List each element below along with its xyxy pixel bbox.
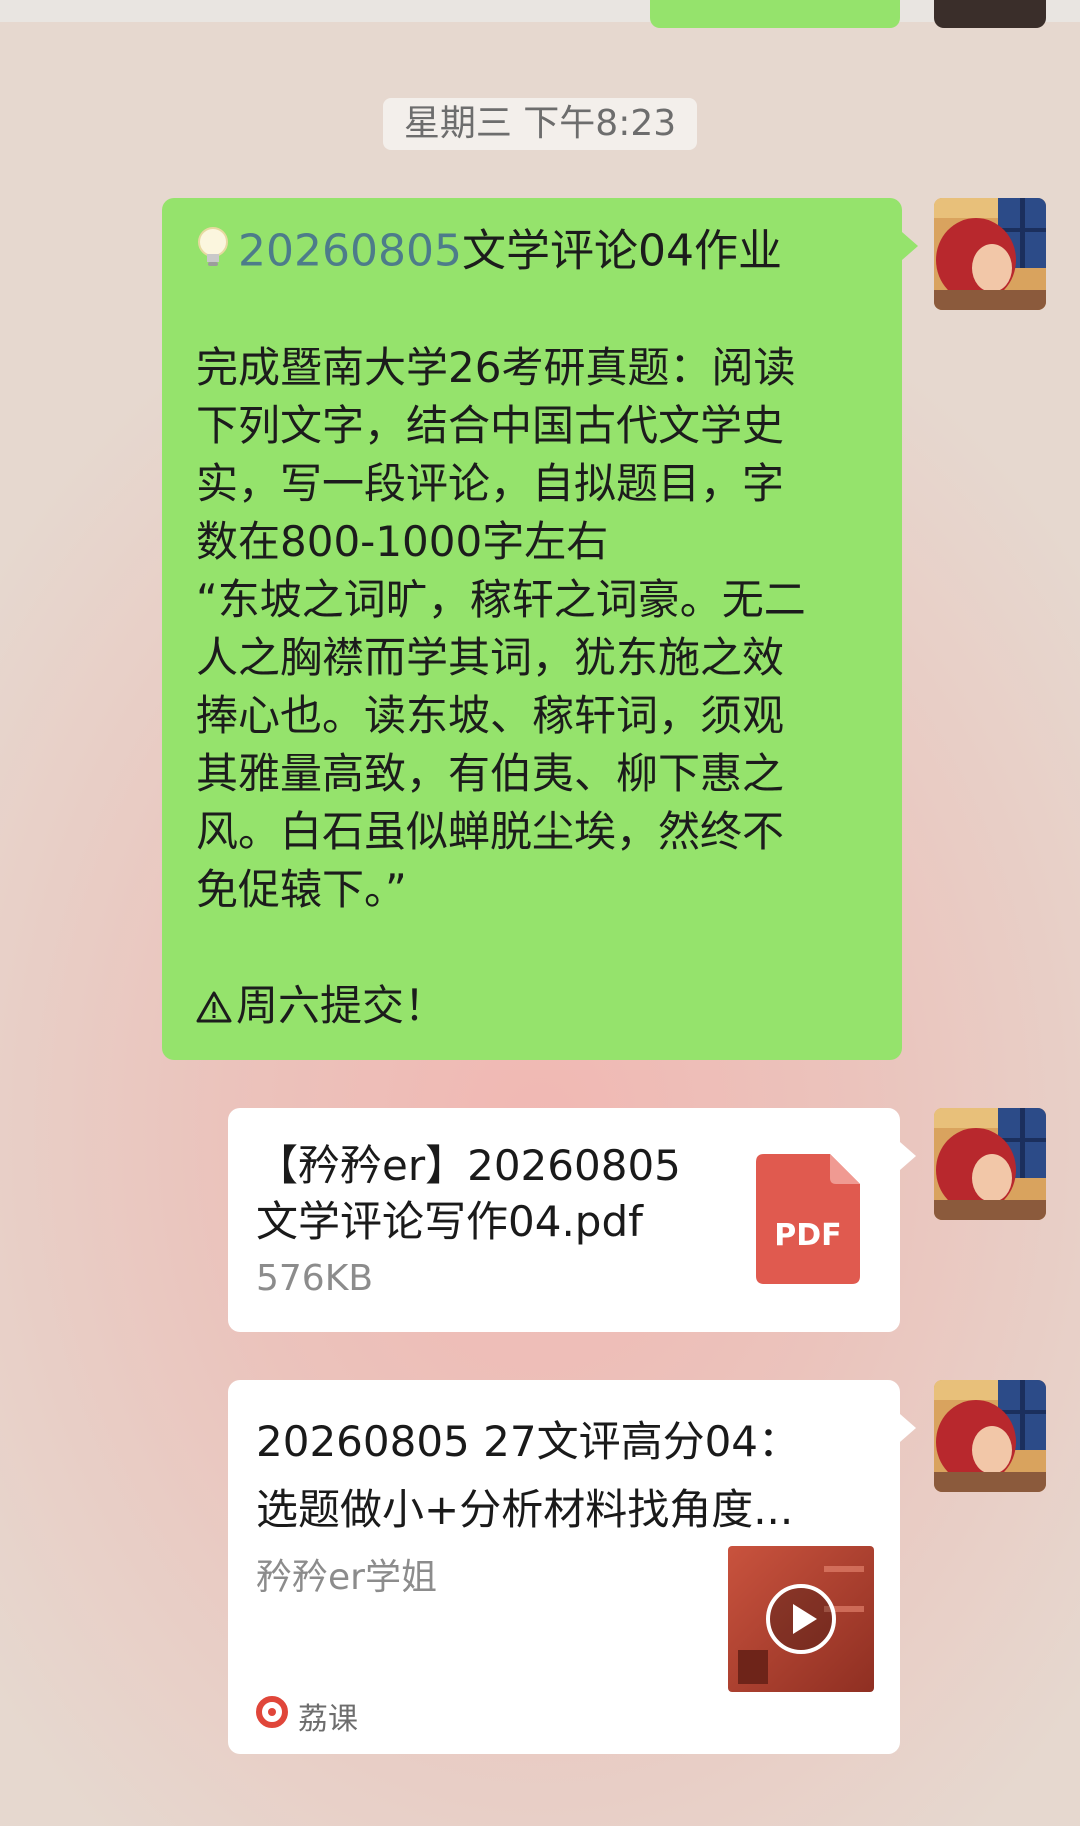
warning-icon bbox=[196, 981, 232, 1039]
video-title: 20260805 27文评高分04： 选题做小+分析材料找角度... bbox=[256, 1417, 801, 1534]
file-name: 【矜矜er】20260805 文学评论写作04.pdf bbox=[256, 1141, 681, 1246]
message-title: 20260805文学评论04作业 bbox=[196, 226, 870, 281]
play-icon[interactable] bbox=[763, 1581, 839, 1661]
warning-text: 周六提交！ bbox=[236, 981, 447, 1030]
message-body: 完成暨南大学26考研真题：阅读 下列文字，结合中国古代文学史 实，写一段评论，自… bbox=[196, 343, 806, 914]
text-message-bubble[interactable]: 20260805文学评论04作业 完成暨南大学26考研真题：阅读 下列文字，结合… bbox=[162, 198, 918, 1060]
pdf-icon-label: PDF bbox=[774, 1218, 842, 1253]
video-thumbnail[interactable] bbox=[728, 1546, 874, 1692]
lichao-logo-icon bbox=[256, 1696, 288, 1736]
video-source: 荔课 bbox=[256, 1694, 358, 1738]
previous-avatar[interactable] bbox=[934, 0, 1046, 28]
file-message-card[interactable]: 【矜矜er】20260805 文学评论写作04.pdf 576KB PDF bbox=[228, 1108, 916, 1332]
message-title-text: 文学评论04作业 bbox=[461, 225, 782, 277]
top-strip bbox=[0, 0, 1080, 22]
video-link-card[interactable]: 20260805 27文评高分04： 选题做小+分析材料找角度... 矜矜er学… bbox=[228, 1380, 916, 1754]
previous-message-bubble[interactable] bbox=[650, 0, 900, 28]
message-date-link[interactable]: 20260805 bbox=[238, 226, 462, 277]
chat-timestamp: 星期三 下午8:23 bbox=[383, 98, 697, 150]
avatar[interactable] bbox=[934, 198, 1046, 310]
avatar[interactable] bbox=[934, 1380, 1046, 1492]
video-source-name: 荔课 bbox=[298, 1702, 358, 1737]
lightbulb-icon bbox=[196, 226, 230, 281]
message-warning: 周六提交！ bbox=[196, 977, 870, 1039]
avatar[interactable] bbox=[934, 1108, 1046, 1220]
